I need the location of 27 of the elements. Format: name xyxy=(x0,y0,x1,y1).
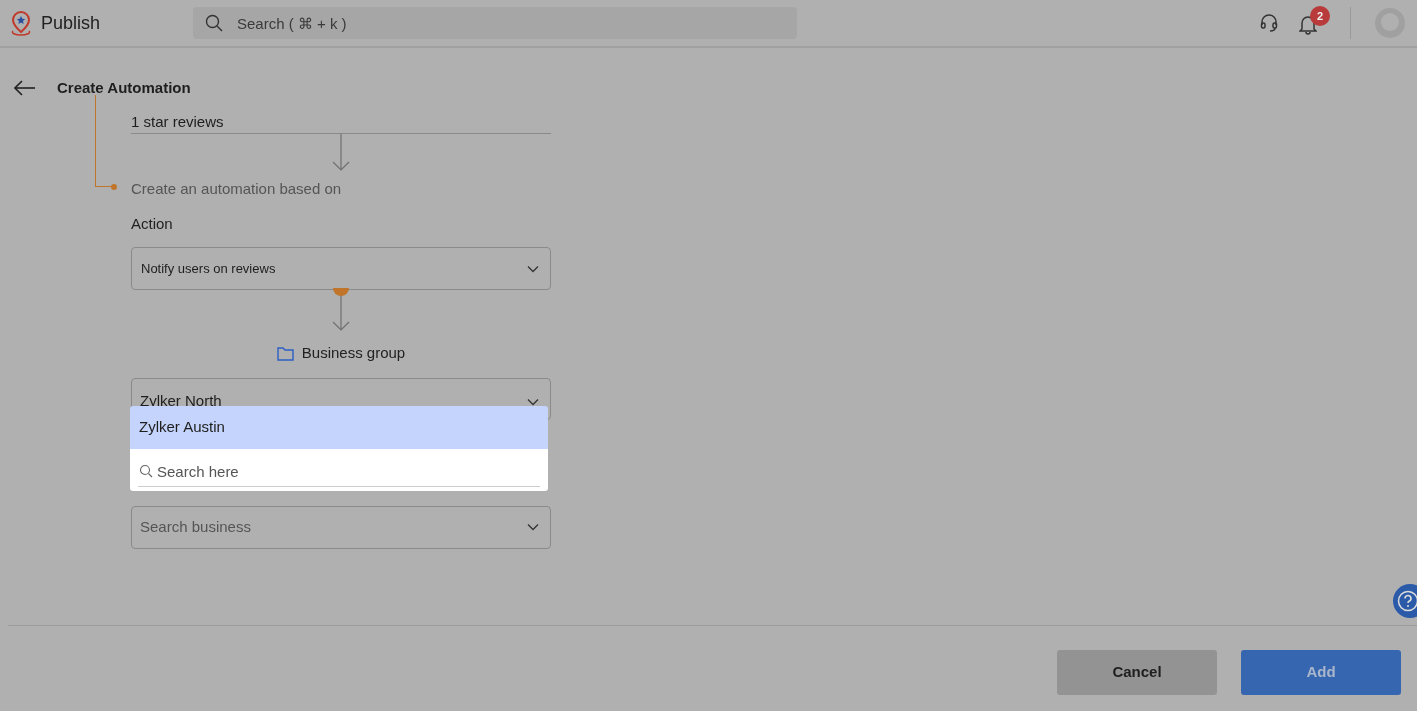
automation-caption: Create an automation based on xyxy=(131,179,343,199)
dropdown-search-field[interactable]: Search here xyxy=(130,449,548,491)
action-dropdown[interactable]: Notify users on reviews xyxy=(131,247,551,290)
app-name: Publish xyxy=(41,11,102,35)
trigger-label: 1 star reviews xyxy=(131,108,551,134)
notification-badge: 2 xyxy=(1310,6,1330,26)
chevron-down-icon xyxy=(527,264,539,273)
group-label: Business group xyxy=(301,343,406,363)
down-arrow-icon xyxy=(332,134,350,172)
search-icon xyxy=(205,14,223,32)
search-icon xyxy=(139,464,153,478)
question-icon xyxy=(1397,590,1417,612)
dropdown-option[interactable]: Zylker Austin xyxy=(130,406,548,449)
folder-icon xyxy=(276,345,294,361)
business-search-dropdown[interactable]: Search business xyxy=(131,505,551,549)
help-button[interactable] xyxy=(1393,584,1417,618)
page-title: Create Automation xyxy=(57,77,191,98)
chevron-down-icon xyxy=(527,397,539,406)
chevron-down-icon xyxy=(527,523,539,531)
headset-icon[interactable] xyxy=(1259,13,1279,33)
map-pin-star-icon xyxy=(10,10,32,36)
action-label: Action xyxy=(131,213,174,234)
search-field[interactable]: Search ( ⌘ + k ) xyxy=(193,7,797,39)
bell-icon[interactable] xyxy=(1299,15,1317,35)
back-arrow-icon[interactable] xyxy=(14,80,36,96)
cancel-button[interactable]: Cancel xyxy=(1057,650,1217,695)
down-arrow-icon xyxy=(332,294,350,332)
